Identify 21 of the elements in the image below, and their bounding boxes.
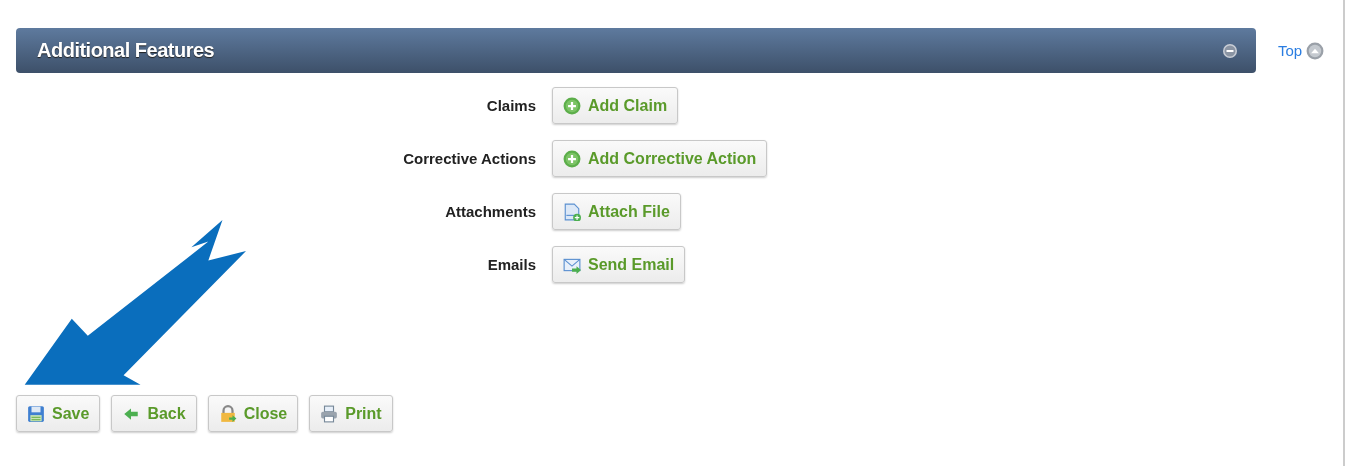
save-button[interactable]: Save — [16, 395, 101, 432]
add-button[interactable]: Add Claim — [552, 87, 679, 124]
add-icon — [563, 96, 581, 115]
close-button[interactable]: Close — [207, 395, 299, 432]
field-label: Attachments — [445, 203, 536, 220]
top-link[interactable]: Top — [1278, 41, 1325, 60]
field-label: Corrective Actions — [403, 150, 536, 167]
field-label: Emails — [487, 256, 536, 273]
attach-button[interactable]: Attach File — [552, 193, 681, 230]
back-button[interactable]: Back — [111, 395, 197, 432]
printer-icon — [320, 404, 339, 423]
padlock-icon — [218, 404, 237, 423]
add-icon — [563, 149, 581, 168]
field-label: Claims — [486, 97, 536, 114]
email-button[interactable]: Send Email — [552, 246, 686, 283]
file-add-icon — [563, 202, 581, 221]
add-button[interactable]: Add Corrective Action — [552, 140, 768, 177]
panel-title: Additional Features — [37, 39, 215, 62]
collapse-icon[interactable] — [1222, 42, 1238, 59]
up-arrow-icon — [1306, 41, 1325, 60]
print-button[interactable]: Print — [309, 395, 393, 432]
